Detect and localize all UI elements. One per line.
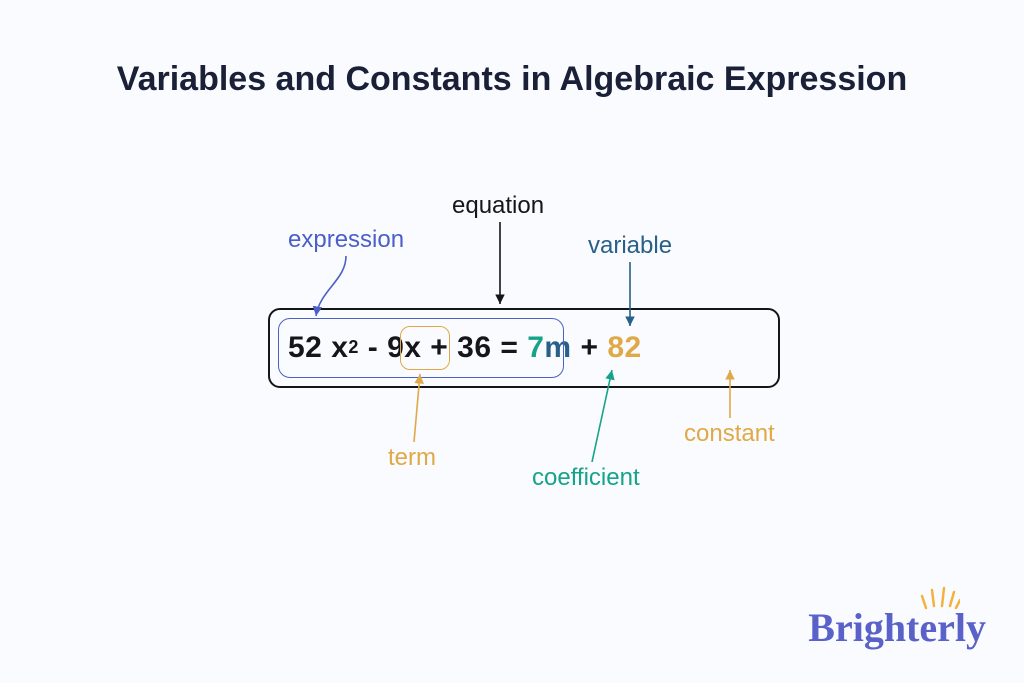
constant-82: 82 [607,331,641,365]
diagram-canvas: Variables and Constants in Algebraic Exp… [0,0,1024,683]
page-title: Variables and Constants in Algebraic Exp… [0,60,1024,99]
label-variable: variable [588,232,672,260]
arrow-expression [316,256,346,316]
label-equation: equation [452,192,544,220]
label-expression: expression [288,226,404,254]
brand-text: Brighterly [808,605,986,650]
label-constant: constant [684,420,775,448]
label-term: term [388,444,436,472]
label-coefficient: coefficient [532,464,640,492]
op-plus2: + [572,331,608,365]
sun-icon [920,586,960,610]
brand-logo: Brighterly [808,604,986,651]
term-box [400,326,450,370]
